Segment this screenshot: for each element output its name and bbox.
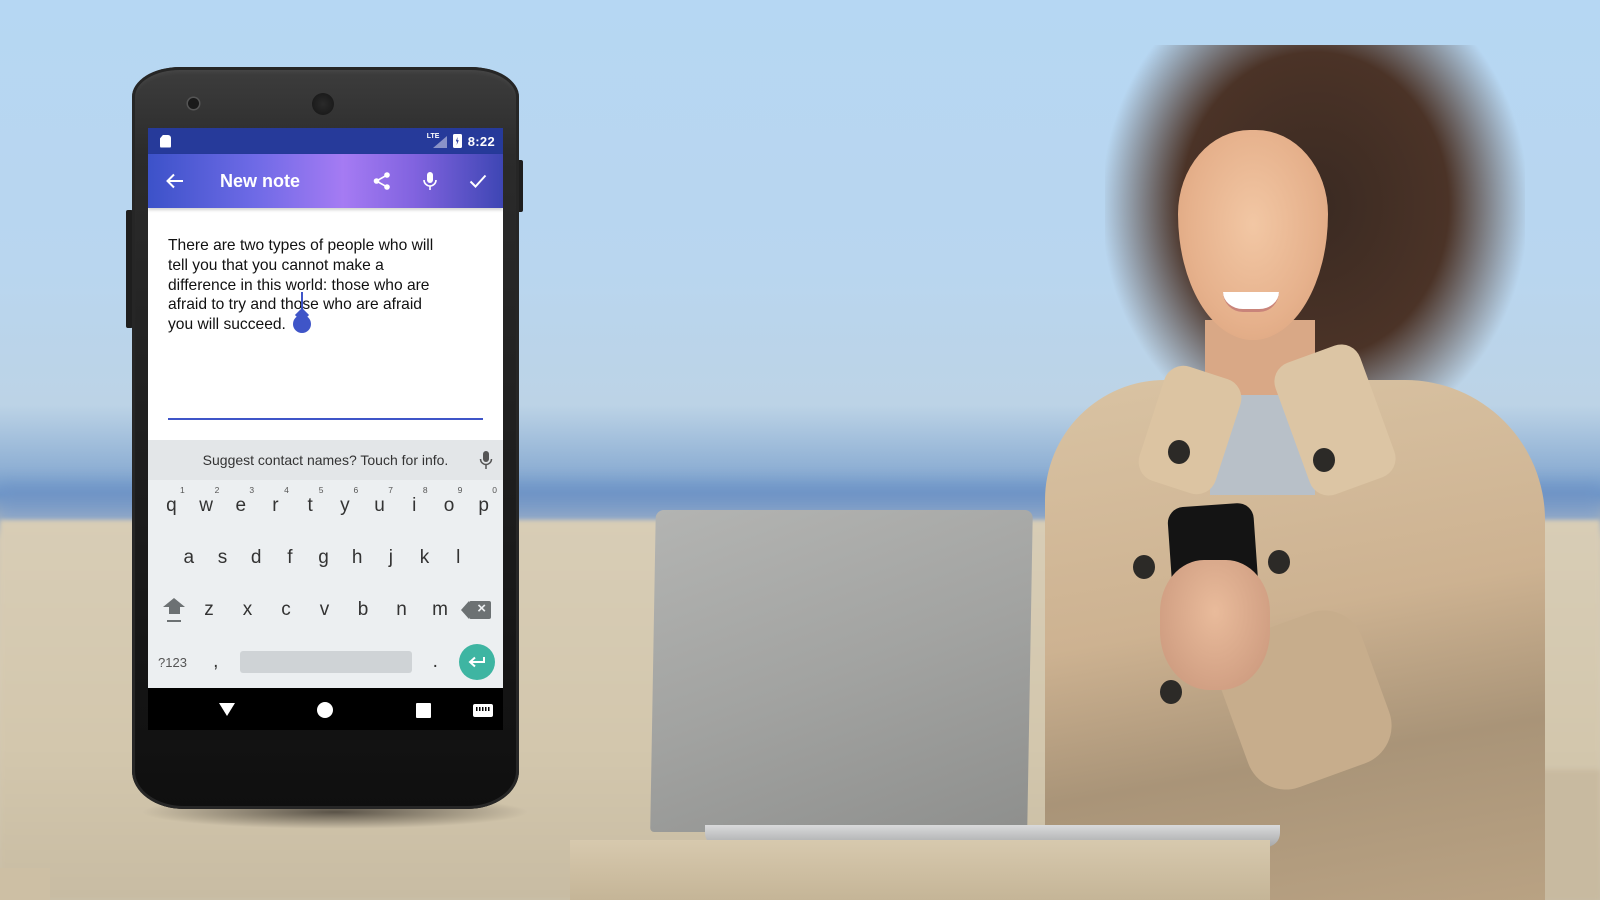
note-text-input[interactable]: There are two types of people who will t… [168,236,488,335]
note-editor[interactable]: There are two types of people who will t… [148,208,503,440]
microphone-icon [479,451,493,469]
stone-bench-left [0,868,50,900]
back-button[interactable] [164,170,186,192]
key-i[interactable]: i8 [397,485,432,517]
key-p[interactable]: p0 [466,485,501,517]
key-n[interactable]: n [384,599,419,621]
key-m[interactable]: m [423,599,458,621]
keyboard-voice-button[interactable] [479,450,493,473]
share-button[interactable] [371,170,393,192]
shift-arrow-icon [163,598,185,607]
key-q[interactable]: q1 [154,485,189,517]
enter-arrow-icon [468,656,485,668]
shift-underline [167,620,181,622]
cursor-handle[interactable] [293,315,311,333]
share-icon [373,172,390,190]
key-v[interactable]: v [307,599,342,621]
key-o[interactable]: o9 [432,485,467,517]
front-camera-icon [188,98,199,109]
key-w[interactable]: w2 [189,485,224,517]
woman-hand [1160,560,1270,690]
soft-keyboard: Suggest contact names? Touch for info. q… [148,440,503,688]
earpiece-speaker-icon [312,93,334,115]
suggestion-text[interactable]: Suggest contact names? Touch for info. [203,452,449,468]
sd-card-icon [160,134,171,148]
checkmark-icon [469,174,487,188]
key-j[interactable]: j [374,547,408,569]
status-clock: 8:22 [467,133,495,149]
key-f[interactable]: f [273,547,307,569]
input-underline [168,418,483,420]
key-e[interactable]: e3 [223,485,258,517]
key-h[interactable]: h [340,547,374,569]
battery-charging-icon [452,134,462,148]
coat-button [1268,550,1290,574]
backspace-x-icon: × [477,600,486,617]
backspace-icon [461,601,469,619]
enter-key[interactable] [459,644,495,680]
key-y[interactable]: y6 [328,485,363,517]
network-type-label: LTE [426,133,440,140]
app-bar-actions [371,170,489,192]
key-row-2: a s d f g h j k l [148,532,503,584]
key-g[interactable]: g [307,547,341,569]
shift-arrow-stem [168,607,180,614]
key-a[interactable]: a [172,547,206,569]
coat-button [1168,440,1190,464]
coat-button [1313,448,1335,472]
space-key[interactable] [239,651,412,673]
key-c[interactable]: c [269,599,304,621]
symbols-key[interactable]: ?123 [158,655,192,670]
key-x[interactable]: x [230,599,265,621]
microphone-icon [423,172,437,190]
phone-screen: LTE 8:22 New note There are two types of… [148,128,503,730]
key-row-3: z x c v b n m × [148,584,503,636]
save-button[interactable] [467,170,489,192]
key-u[interactable]: u7 [362,485,397,517]
navigation-bar [148,688,503,730]
nav-back-icon[interactable] [219,703,235,716]
voice-input-button[interactable] [419,170,441,192]
shift-key[interactable] [160,598,188,622]
keyboard-switch-icon[interactable] [473,704,493,717]
status-indicators: LTE 8:22 [426,133,495,149]
key-s[interactable]: s [206,547,240,569]
stone-bench [570,840,1270,900]
arrow-left-icon [166,173,183,189]
key-k[interactable]: k [408,547,442,569]
status-bar: LTE 8:22 [148,128,503,154]
nav-recents-icon[interactable] [416,703,431,718]
backspace-key[interactable]: × [461,600,491,619]
coat-button [1133,555,1155,579]
key-row-4: ?123 , . [148,636,503,688]
coat-button [1160,680,1182,704]
page-title: New note [220,170,301,191]
key-t[interactable]: t5 [293,485,328,517]
period-key[interactable]: . [424,651,446,673]
nav-home-icon[interactable] [317,702,333,718]
suggestion-strip[interactable]: Suggest contact names? Touch for info. [148,440,503,480]
app-bar: New note [148,154,503,208]
key-l[interactable]: l [441,547,475,569]
lte-signal-icon: LTE [426,133,447,148]
key-z[interactable]: z [192,599,227,621]
key-r[interactable]: r4 [258,485,293,517]
comma-key[interactable]: , [205,651,227,673]
key-b[interactable]: b [346,599,381,621]
key-row-1: q1 w2 e3 r4 t5 y6 u7 i8 o9 p0 [148,480,503,532]
key-d[interactable]: d [239,547,273,569]
laptop-lid [650,510,1033,832]
